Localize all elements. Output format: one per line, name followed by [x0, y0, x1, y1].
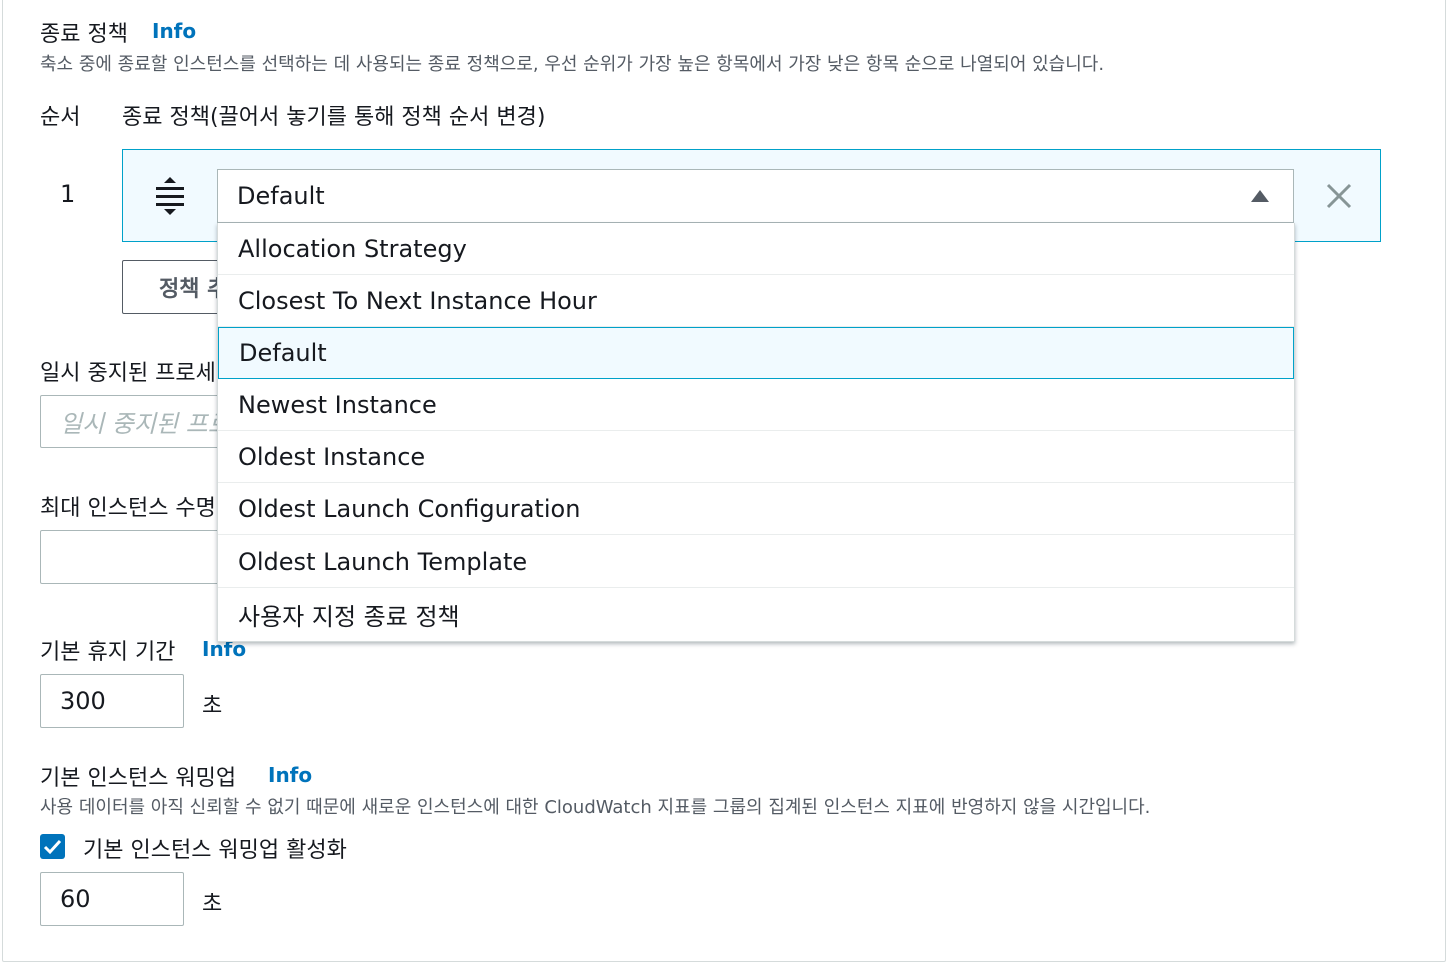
caret-up-icon: [1251, 190, 1269, 202]
suspended-processes-label: 일시 중지된 프로세: [40, 361, 216, 386]
warmup-checkbox[interactable]: [40, 834, 65, 859]
cooldown-unit: 초: [202, 694, 223, 719]
suspended-placeholder: 일시 중지된 프로: [60, 410, 220, 438]
max-lifetime-input[interactable]: [40, 530, 240, 584]
dropdown-option-selected[interactable]: Default: [218, 327, 1294, 379]
drag-handle-icon[interactable]: [154, 176, 186, 216]
select-value: Default: [237, 182, 325, 210]
termination-description: 축소 중에 종료할 인스턴스를 선택하는 데 사용되는 종료 정책으로, 우선 …: [40, 54, 1105, 75]
warmup-input[interactable]: 60: [40, 872, 184, 926]
warmup-label: 기본 인스턴스 워밍업: [40, 766, 237, 791]
row-order-number: 1: [60, 180, 76, 208]
cooldown-input[interactable]: 300: [40, 674, 184, 728]
remove-policy-icon[interactable]: [1325, 182, 1353, 210]
max-lifetime-label: 최대 인스턴스 수명: [40, 496, 216, 521]
cooldown-value: 300: [60, 687, 106, 715]
dropdown-option[interactable]: Oldest Launch Template: [218, 536, 1294, 588]
warmup-checkbox-label[interactable]: 기본 인스턴스 워밍업 활성화: [83, 832, 347, 864]
order-column-header: 순서: [40, 105, 81, 130]
warmup-info-link[interactable]: Info: [268, 763, 312, 787]
termination-policy-select[interactable]: Default: [217, 169, 1294, 223]
cooldown-label: 기본 휴지 기간: [40, 640, 176, 665]
dropdown-option[interactable]: Closest To Next Instance Hour: [218, 275, 1294, 327]
warmup-unit: 초: [202, 892, 223, 917]
dropdown-option[interactable]: Oldest Launch Configuration: [218, 483, 1294, 535]
suspended-processes-input[interactable]: 일시 중지된 프로: [40, 395, 240, 448]
dropdown-option[interactable]: 사용자 지정 종료 정책: [218, 588, 1294, 640]
checkmark-icon: [43, 839, 62, 855]
termination-info-link[interactable]: Info: [152, 19, 196, 43]
warmup-description: 사용 데이터를 아직 신뢰할 수 없기 때문에 새로운 인스턴스에 대한 Clo…: [40, 797, 1151, 818]
policy-column-header: 종료 정책(끌어서 놓기를 통해 정책 순서 변경): [122, 105, 546, 130]
termination-policy-title: 종료 정책: [40, 22, 128, 47]
dropdown-option[interactable]: Newest Instance: [218, 379, 1294, 431]
warmup-value: 60: [60, 885, 91, 913]
dropdown-option[interactable]: Allocation Strategy: [218, 223, 1294, 275]
policy-dropdown-menu: Allocation Strategy Closest To Next Inst…: [217, 223, 1295, 642]
dropdown-option[interactable]: Oldest Instance: [218, 431, 1294, 483]
